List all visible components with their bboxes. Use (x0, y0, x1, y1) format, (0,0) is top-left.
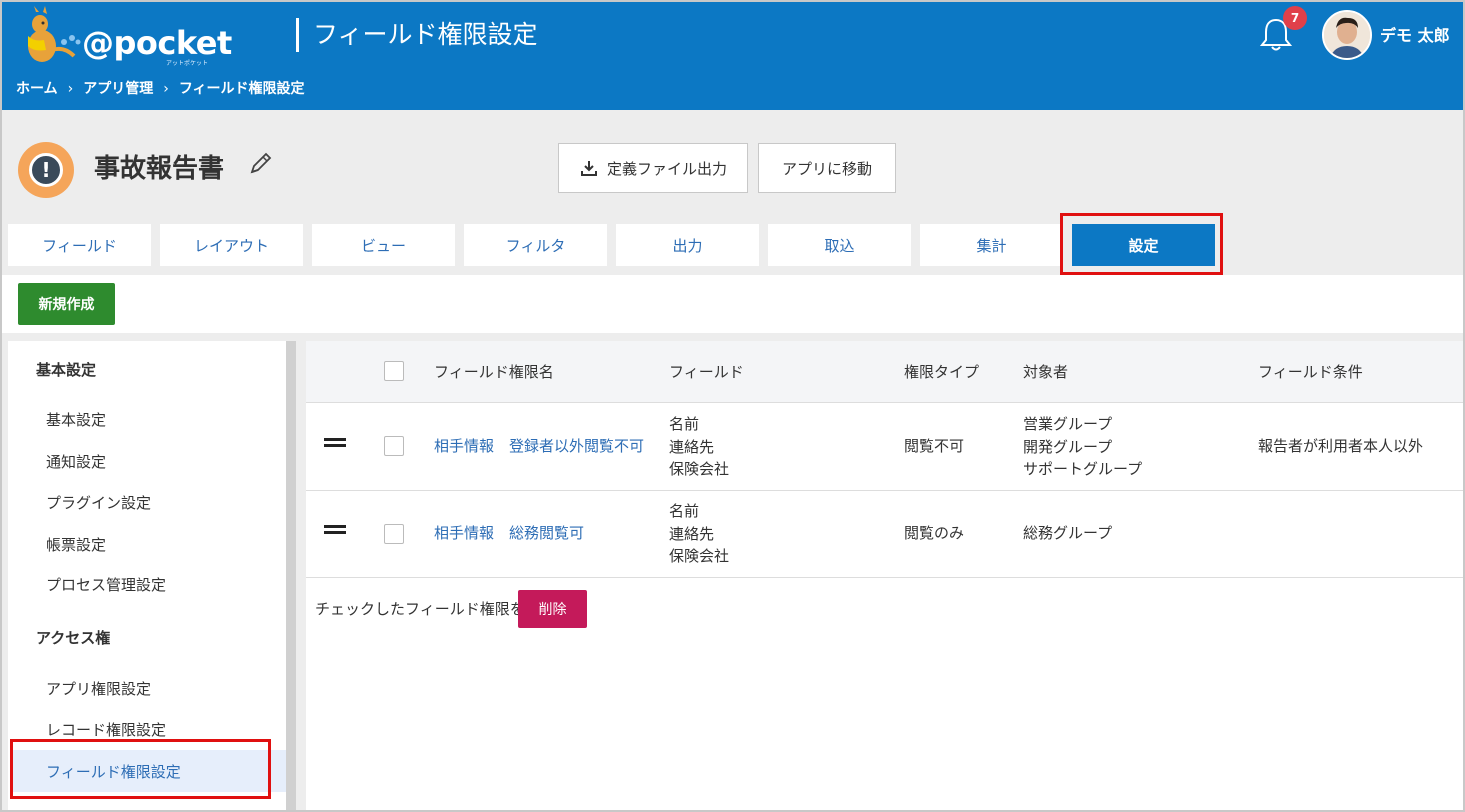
user-name[interactable]: デモ 太郎 (1380, 22, 1450, 46)
user-avatar[interactable] (1322, 10, 1372, 60)
kangaroo-icon (28, 6, 81, 62)
drag-handle-icon[interactable] (324, 438, 346, 448)
row-divider (306, 577, 1463, 578)
new-create-button[interactable]: 新規作成 (18, 283, 115, 325)
row-target-item: サポートグループ (1023, 460, 1143, 478)
row-target-item: 開発グループ (1023, 437, 1113, 456)
delete-button[interactable]: 削除 (518, 590, 587, 628)
bulk-action-label: チェックしたフィールド権限を (315, 600, 525, 618)
row-target-item: 総務グループ (1023, 524, 1113, 542)
row-divider (306, 490, 1463, 491)
breadcrumb-home[interactable]: ホーム (16, 78, 58, 98)
app-title: 事故報告書 (94, 154, 225, 184)
sidebar-item-form-settings[interactable]: 帳票設定 (46, 534, 106, 555)
sidebar-item-record-permissions[interactable]: レコード権限設定 (46, 719, 166, 740)
select-all-checkbox[interactable] (384, 361, 404, 381)
logo-text: @pocket (82, 24, 232, 62)
pencil-icon[interactable] (246, 150, 274, 178)
breadcrumb-separator: › (163, 81, 169, 97)
top-header: @pocket アットポケット フィールド権限設定 ホーム › アプリ管理 › フィール… (2, 2, 1463, 110)
row-fields: 名前 連絡先 保険会社 (669, 500, 729, 568)
logo-subtext: アットポケット (166, 60, 209, 67)
breadcrumb-separator: › (67, 81, 74, 97)
sidebar-scrollbar[interactable] (286, 341, 296, 810)
row-permission-type: 閲覧不可 (904, 437, 965, 455)
row-field-item: 連絡先 (669, 437, 715, 456)
highlight-box-field-permissions (10, 739, 271, 799)
sidebar-heading-access: アクセス権 (36, 629, 111, 647)
sidebar-item-process-settings[interactable]: プロセス管理設定 (46, 574, 166, 595)
column-header-name[interactable]: フィールド権限名 (434, 361, 554, 382)
divider (2, 333, 1463, 341)
app-icon-glyph: ! (29, 153, 63, 187)
app-window: @pocket アットポケット フィールド権限設定 ホーム › アプリ管理 › フィール… (0, 0, 1465, 812)
pocket-logo[interactable]: @pocket アットポケット (14, 6, 232, 70)
row-target-item: 営業グループ (1023, 415, 1113, 433)
export-definition-button[interactable]: 定義ファイル出力 (558, 143, 748, 193)
page-title: フィールド権限設定 (296, 18, 538, 52)
sidebar-item-app-permissions[interactable]: アプリ権限設定 (46, 678, 151, 699)
tab-field[interactable]: フィールド (8, 224, 151, 266)
drag-handle-icon[interactable] (324, 525, 346, 535)
row-checkbox[interactable] (384, 524, 404, 544)
user-photo-icon (1324, 12, 1370, 58)
tab-import[interactable]: 取込 (768, 224, 911, 266)
tab-aggregate[interactable]: 集計 (920, 224, 1063, 266)
action-bar (2, 275, 1463, 333)
download-icon (580, 161, 597, 176)
column-header-field[interactable]: フィールド (669, 361, 744, 382)
breadcrumb-current: フィールド権限設定 (178, 81, 305, 97)
warning-icon: ! (18, 142, 74, 198)
row-field-item: 名前 (669, 502, 700, 520)
sidebar-item-notification-settings[interactable]: 通知設定 (46, 451, 106, 472)
row-field-item: 保険会社 (669, 460, 730, 478)
notification-badge: 7 (1283, 6, 1307, 30)
highlight-box-settings-tab (1060, 213, 1223, 275)
tab-layout[interactable]: レイアウト (160, 224, 303, 266)
row-checkbox[interactable] (384, 436, 404, 456)
sidebar-heading-basic: 基本設定 (36, 361, 97, 379)
row-permission-name[interactable]: 相手情報 登録者以外閲覧不可 (434, 435, 644, 458)
row-permission-type: 閲覧のみ (904, 524, 965, 542)
row-field-item: 保険会社 (669, 547, 730, 565)
tab-view[interactable]: ビュー (312, 224, 455, 266)
goto-app-button[interactable]: アプリに移動 (758, 143, 896, 193)
column-header-targets[interactable]: 対象者 (1023, 361, 1068, 382)
row-condition: 報告者が利用者本人以外 (1258, 437, 1424, 455)
row-targets: 営業グループ 開発グループ サポートグループ (1023, 413, 1142, 481)
row-field-item: 連絡先 (669, 524, 715, 543)
row-field-item: 名前 (669, 415, 700, 433)
sidebar-item-plugin-settings[interactable]: プラグイン設定 (46, 492, 151, 513)
column-header-permission-type[interactable]: 権限タイプ (904, 361, 979, 382)
row-fields: 名前 連絡先 保険会社 (669, 413, 729, 481)
row-permission-name[interactable]: 相手情報 総務閲覧可 (434, 522, 584, 545)
tab-filter[interactable]: フィルタ (464, 224, 607, 266)
tab-output[interactable]: 出力 (616, 224, 759, 266)
row-targets: 総務グループ (1023, 522, 1112, 545)
breadcrumb: ホーム › アプリ管理 › フィールド権限設定 (16, 78, 305, 98)
sidebar-item-basic-settings[interactable]: 基本設定 (46, 409, 106, 430)
column-header-condition[interactable]: フィールド条件 (1258, 361, 1363, 382)
export-label: 定義ファイル出力 (606, 159, 727, 178)
breadcrumb-app-management[interactable]: アプリ管理 (83, 78, 153, 98)
